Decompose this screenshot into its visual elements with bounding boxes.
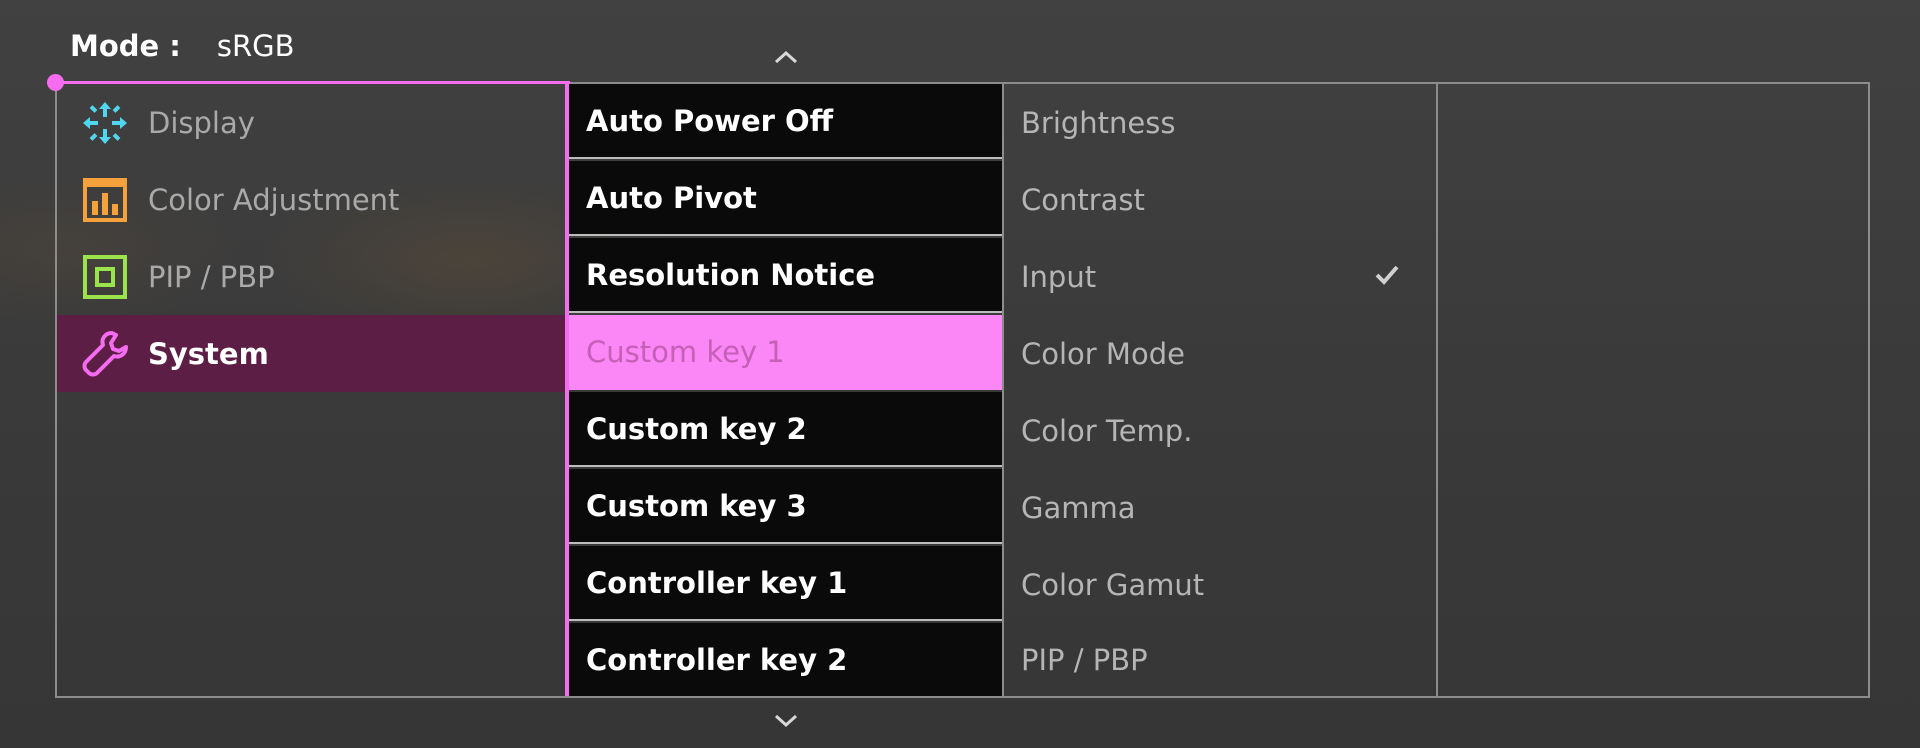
option-color-temp[interactable]: Color Temp. [1004,392,1436,469]
category-color-adjustment[interactable]: Color Adjustment [57,161,567,238]
option-label: Color Mode [1021,336,1185,371]
empty-detail-column [1440,84,1868,696]
option-brightness[interactable]: Brightness [1004,84,1436,161]
chevron-down-icon[interactable] [771,710,801,732]
option-label: Gamma [1021,490,1136,525]
pip-pbp-icon [78,250,132,304]
system-item-label: Custom key 2 [586,411,807,446]
category-system[interactable]: System [57,315,567,392]
system-item-auto-pivot[interactable]: Auto Pivot [569,161,1002,236]
option-label: Input [1021,259,1097,294]
mode-value: sRGB [216,29,295,63]
column-separator [1436,84,1438,696]
option-label: Brightness [1021,105,1176,140]
system-item-auto-power-off[interactable]: Auto Power Off [569,84,1002,159]
mode-indicator: Mode : sRGB [70,26,295,66]
system-item-label: Auto Power Off [586,103,834,138]
system-item-label: Controller key 2 [586,642,848,677]
checkmark-icon [1375,265,1399,285]
system-item-controller-key-2[interactable]: Controller key 2 [569,623,1002,696]
system-item-custom-key-2[interactable]: Custom key 2 [569,392,1002,467]
option-input[interactable]: Input [1004,238,1436,315]
option-label: Color Temp. [1021,413,1193,448]
mode-label: Mode : [70,29,181,63]
display-icon [78,96,132,150]
system-item-label: Custom key 3 [586,488,807,523]
category-label: PIP / PBP [148,259,275,294]
system-item-custom-key-3[interactable]: Custom key 3 [569,469,1002,544]
custom-key-options: Brightness Contrast Input Color Mode Col… [1004,84,1436,696]
chevron-up-icon[interactable] [771,46,801,68]
system-item-label: Resolution Notice [586,257,876,292]
system-item-resolution-notice[interactable]: Resolution Notice [569,238,1002,313]
system-item-controller-key-1[interactable]: Controller key 1 [569,546,1002,621]
category-menu: Display Color Adjustment PIP / PBP Syste… [57,84,567,696]
category-label: Color Adjustment [148,182,400,217]
option-contrast[interactable]: Contrast [1004,161,1436,238]
osd-screen: Mode : sRGB Display Color Adjustment PIP… [0,0,1920,748]
option-gamma[interactable]: Gamma [1004,469,1436,546]
category-label: Display [148,105,255,140]
wrench-icon [78,327,132,381]
option-color-gamut[interactable]: Color Gamut [1004,546,1436,623]
system-item-custom-key-1[interactable]: Custom key 1 [569,315,1002,390]
category-pip-pbp[interactable]: PIP / PBP [57,238,567,315]
category-display[interactable]: Display [57,84,567,161]
option-color-mode[interactable]: Color Mode [1004,315,1436,392]
color-adjustment-icon [78,173,132,227]
option-label: Contrast [1021,182,1145,217]
option-pip-pbp[interactable]: PIP / PBP [1004,623,1436,696]
option-label: PIP / PBP [1021,642,1148,677]
system-item-label: Auto Pivot [586,180,757,215]
system-submenu: Auto Power Off Auto Pivot Resolution Not… [569,84,1002,696]
category-label: System [148,336,269,371]
option-label: Color Gamut [1021,567,1205,602]
system-item-label: Custom key 1 [586,334,785,369]
system-item-label: Controller key 1 [586,565,848,600]
